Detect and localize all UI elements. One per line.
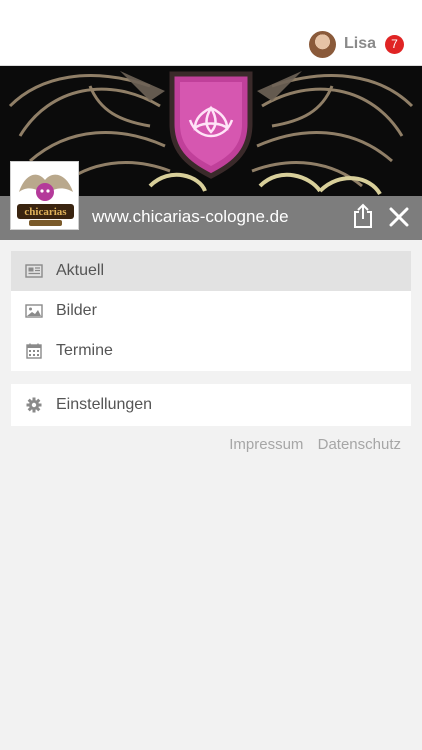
menu-item-aktuell[interactable]: Aktuell: [11, 251, 411, 291]
datenschutz-link[interactable]: Datenschutz: [318, 436, 401, 453]
menu-item-label: Bilder: [56, 302, 97, 319]
user-profile[interactable]: Lisa 7: [308, 30, 404, 58]
settings-menu: Einstellungen: [11, 384, 411, 426]
menu-item-einstellungen[interactable]: Einstellungen: [11, 384, 411, 426]
top-bar: Lisa 7: [0, 0, 422, 66]
calendar-icon: [26, 343, 42, 359]
share-icon[interactable]: [352, 203, 374, 229]
news-icon: [25, 264, 43, 278]
gear-icon: [26, 397, 42, 413]
image-icon: [25, 304, 43, 318]
impressum-link[interactable]: Impressum: [229, 436, 303, 453]
menu-item-label: Aktuell: [56, 262, 105, 279]
site-logo[interactable]: chicarias: [10, 161, 79, 230]
main-menu: Aktuell Bilder Termine: [11, 251, 411, 371]
close-icon[interactable]: [389, 207, 409, 227]
username[interactable]: Lisa: [344, 35, 376, 53]
logo-image: chicarias: [17, 174, 74, 226]
menu-item-label: Termine: [56, 342, 113, 359]
menu-item-bilder[interactable]: Bilder: [11, 291, 411, 331]
logo-text: chicarias: [24, 206, 67, 218]
menu-item-termine[interactable]: Termine: [11, 331, 411, 371]
site-url[interactable]: www.chicarias-cologne.de: [92, 207, 289, 227]
menu-item-label: Einstellungen: [56, 396, 153, 413]
footer-links: Impressum Datenschutz: [219, 436, 401, 453]
notification-badge[interactable]: 7: [385, 34, 404, 54]
avatar[interactable]: [308, 30, 336, 58]
